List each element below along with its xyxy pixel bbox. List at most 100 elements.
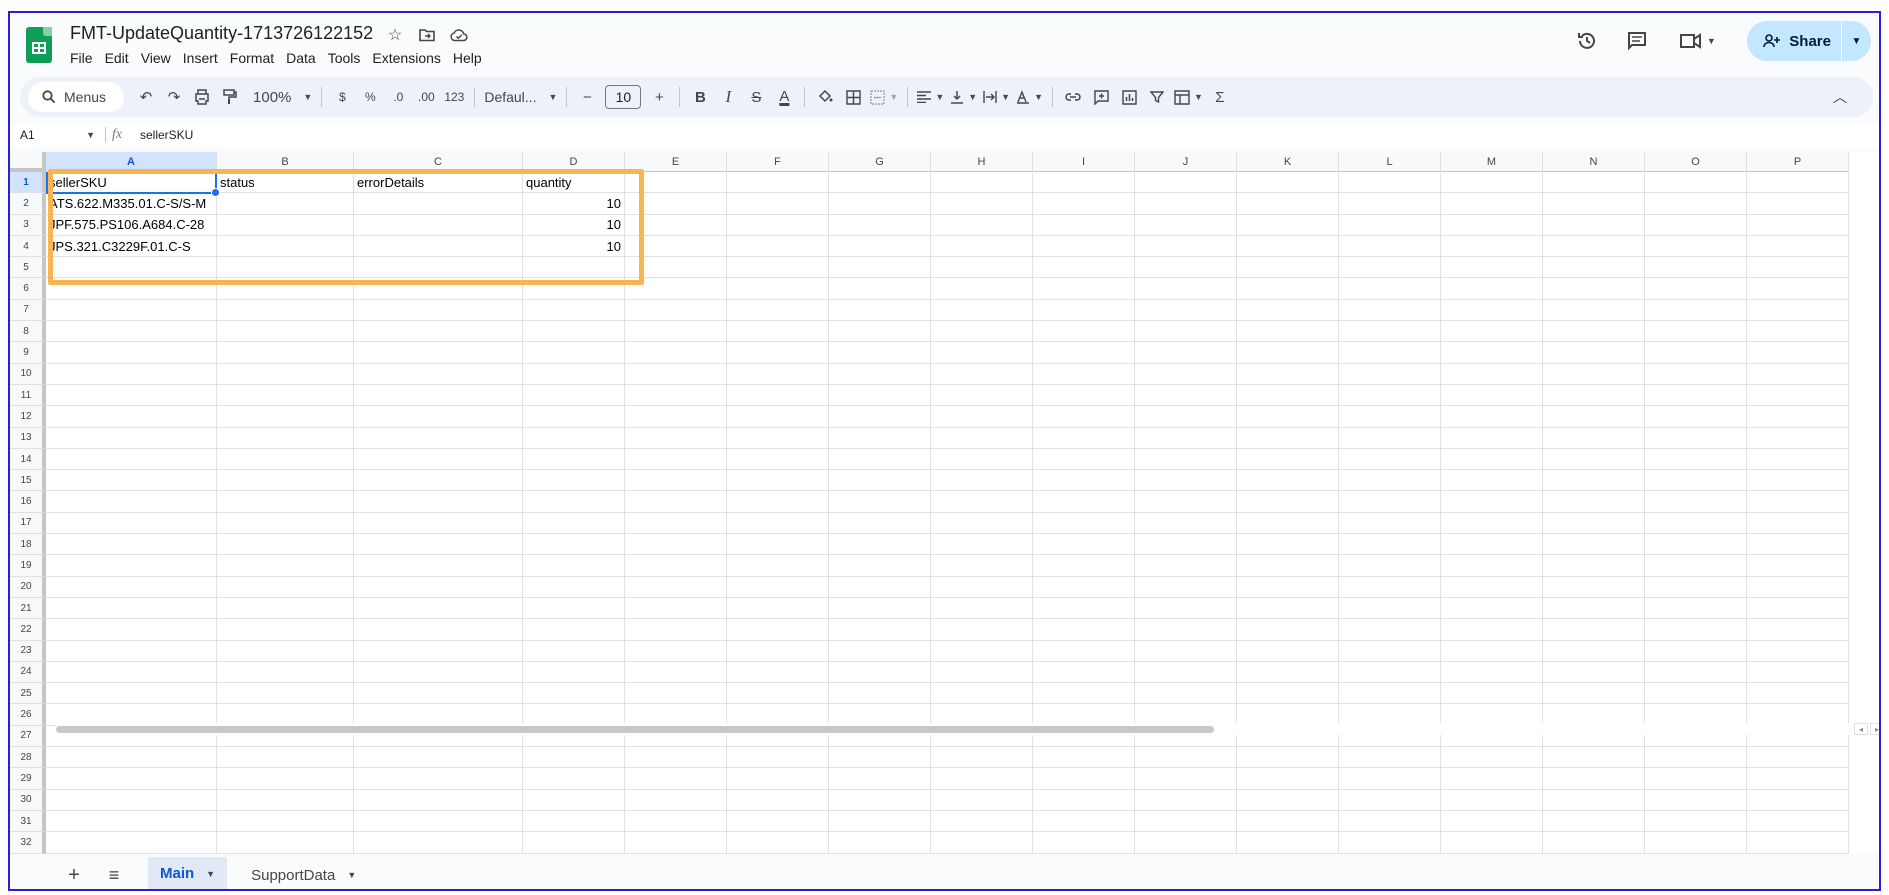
cell-o1[interactable] <box>1645 172 1747 194</box>
column-header-e[interactable]: E <box>625 152 727 172</box>
cell-c28[interactable] <box>354 747 523 769</box>
cell-h29[interactable] <box>931 768 1033 790</box>
cell-d20[interactable] <box>523 576 625 598</box>
cell-b10[interactable] <box>217 363 354 385</box>
cell-m4[interactable] <box>1441 235 1543 258</box>
insert-link-icon[interactable] <box>1059 83 1087 111</box>
cell-h10[interactable] <box>931 363 1033 385</box>
cell-n3[interactable] <box>1543 214 1645 236</box>
cell-f5[interactable] <box>727 257 829 279</box>
cell-p7[interactable] <box>1747 299 1849 322</box>
cell-h24[interactable] <box>931 661 1033 684</box>
cell-f19[interactable] <box>727 555 829 577</box>
cell-c23[interactable] <box>354 640 523 662</box>
column-header-g[interactable]: G <box>829 152 931 172</box>
cell-f11[interactable] <box>727 384 829 407</box>
cell-p13[interactable] <box>1747 427 1849 449</box>
cell-i1[interactable] <box>1033 172 1135 194</box>
cell-l9[interactable] <box>1339 342 1441 364</box>
cell-p25[interactable] <box>1747 683 1849 705</box>
cell-f9[interactable] <box>727 342 829 364</box>
sheet-tab-main[interactable]: Main ▼ <box>148 857 228 889</box>
cell-l22[interactable] <box>1339 619 1441 641</box>
cell-b25[interactable] <box>217 683 354 705</box>
functions-button[interactable]: Σ <box>1206 83 1234 111</box>
cell-e19[interactable] <box>625 555 727 577</box>
cell-n24[interactable] <box>1543 661 1645 684</box>
cell-j22[interactable] <box>1135 619 1237 641</box>
all-sheets-icon[interactable]: ≡ <box>100 865 128 886</box>
cell-d11[interactable] <box>523 384 625 407</box>
cell-i25[interactable] <box>1033 683 1135 705</box>
zoom-select[interactable]: 100% ▼ <box>250 83 315 111</box>
cell-i13[interactable] <box>1033 427 1135 449</box>
cell-b1[interactable]: status <box>217 172 354 194</box>
row-header[interactable]: 29 <box>10 768 46 790</box>
cell-o19[interactable] <box>1645 555 1747 577</box>
cell-p21[interactable] <box>1747 597 1849 620</box>
cell-c25[interactable] <box>354 683 523 705</box>
cell-o2[interactable] <box>1645 193 1747 215</box>
cell-i32[interactable] <box>1033 832 1135 854</box>
cell-o9[interactable] <box>1645 342 1747 364</box>
decrease-decimal-button[interactable]: .0 <box>384 83 412 111</box>
cell-g1[interactable] <box>829 172 931 194</box>
cell-h21[interactable] <box>931 597 1033 620</box>
cell-g13[interactable] <box>829 427 931 449</box>
cell-j14[interactable] <box>1135 448 1237 471</box>
cell-n21[interactable] <box>1543 597 1645 620</box>
cell-p3[interactable] <box>1747 214 1849 236</box>
row-header[interactable]: 21 <box>10 597 46 620</box>
cell-h19[interactable] <box>931 555 1033 577</box>
cell-e14[interactable] <box>625 448 727 471</box>
cell-g25[interactable] <box>829 683 931 705</box>
cell-i23[interactable] <box>1033 640 1135 662</box>
column-header-m[interactable]: M <box>1441 152 1543 172</box>
cell-d24[interactable] <box>523 661 625 684</box>
cell-c2[interactable] <box>354 193 523 215</box>
cell-e8[interactable] <box>625 321 727 343</box>
cell-f4[interactable] <box>727 235 829 258</box>
cell-l1[interactable] <box>1339 172 1441 194</box>
cell-o13[interactable] <box>1645 427 1747 449</box>
cell-b2[interactable] <box>217 193 354 215</box>
cell-i29[interactable] <box>1033 768 1135 790</box>
cell-c22[interactable] <box>354 619 523 641</box>
cell-j8[interactable] <box>1135 321 1237 343</box>
cell-g24[interactable] <box>829 661 931 684</box>
cell-e15[interactable] <box>625 470 727 492</box>
cell-d31[interactable] <box>523 810 625 833</box>
cell-p31[interactable] <box>1747 810 1849 833</box>
cell-j2[interactable] <box>1135 193 1237 215</box>
cell-b20[interactable] <box>217 576 354 598</box>
cell-m31[interactable] <box>1441 810 1543 833</box>
cell-n10[interactable] <box>1543 363 1645 385</box>
cell-e24[interactable] <box>625 661 727 684</box>
cell-k21[interactable] <box>1237 597 1339 620</box>
cell-g2[interactable] <box>829 193 931 215</box>
cell-a17[interactable] <box>46 512 217 535</box>
cell-c12[interactable] <box>354 406 523 428</box>
cell-j6[interactable] <box>1135 278 1237 300</box>
cell-n29[interactable] <box>1543 768 1645 790</box>
italic-button[interactable]: I <box>714 83 742 111</box>
cell-h3[interactable] <box>931 214 1033 236</box>
cell-f30[interactable] <box>727 789 829 811</box>
cell-p8[interactable] <box>1747 321 1849 343</box>
menu-tools[interactable]: Tools <box>322 48 367 68</box>
cell-b8[interactable] <box>217 321 354 343</box>
cell-j1[interactable] <box>1135 172 1237 194</box>
cell-m21[interactable] <box>1441 597 1543 620</box>
cell-i2[interactable] <box>1033 193 1135 215</box>
text-wrap-icon[interactable]: ▼ <box>980 83 1013 111</box>
cell-e29[interactable] <box>625 768 727 790</box>
cell-p1[interactable] <box>1747 172 1849 194</box>
cell-n1[interactable] <box>1543 172 1645 194</box>
cell-b16[interactable] <box>217 491 354 513</box>
cell-m32[interactable] <box>1441 832 1543 854</box>
cell-a18[interactable] <box>46 534 217 556</box>
cell-k1[interactable] <box>1237 172 1339 194</box>
cell-d9[interactable] <box>523 342 625 364</box>
cell-p5[interactable] <box>1747 257 1849 279</box>
cell-m25[interactable] <box>1441 683 1543 705</box>
